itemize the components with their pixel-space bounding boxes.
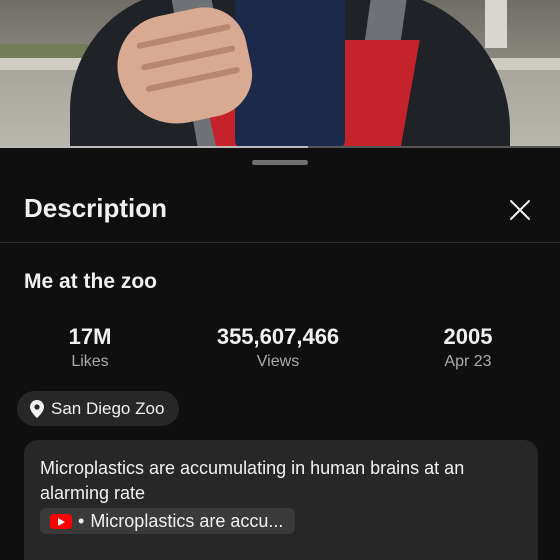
upload-year: 2005 [443,324,493,349]
location-label: San Diego Zoo [51,398,165,418]
likes-count: 17M [68,324,112,349]
location-pin-icon [30,399,44,418]
header-divider [0,242,560,243]
video-mention-chip[interactable]: • Microplastics are accu... [40,508,296,534]
description-card: Microplastics are accumulating in human … [24,440,538,560]
close-icon [510,200,530,220]
views-count: 355,607,466 [216,324,340,349]
description-text: Microplastics are accumulating in human … [40,458,465,503]
location-chip[interactable]: San Diego Zoo [17,391,180,426]
close-button[interactable] [502,192,538,228]
video-background-post [485,0,507,48]
views-label: Views [256,353,300,370]
upload-date-stat: 2005 Apr 23 [418,324,518,371]
upload-day: Apr 23 [444,353,492,370]
likes-label: Likes [71,353,109,370]
views-stat: 355,607,466 Views [190,324,366,371]
video-player[interactable] [0,0,560,148]
mention-label: Microplastics are accu... [90,510,284,531]
panel-title: Description [24,193,168,223]
description-panel: Description Me at the zoo 17M Likes 355,… [0,148,560,560]
mention-separator: • [78,510,85,531]
drag-handle[interactable] [252,160,308,165]
likes-stat: 17M Likes [44,324,136,371]
youtube-icon [50,513,72,529]
video-title: Me at the zoo [24,270,158,293]
